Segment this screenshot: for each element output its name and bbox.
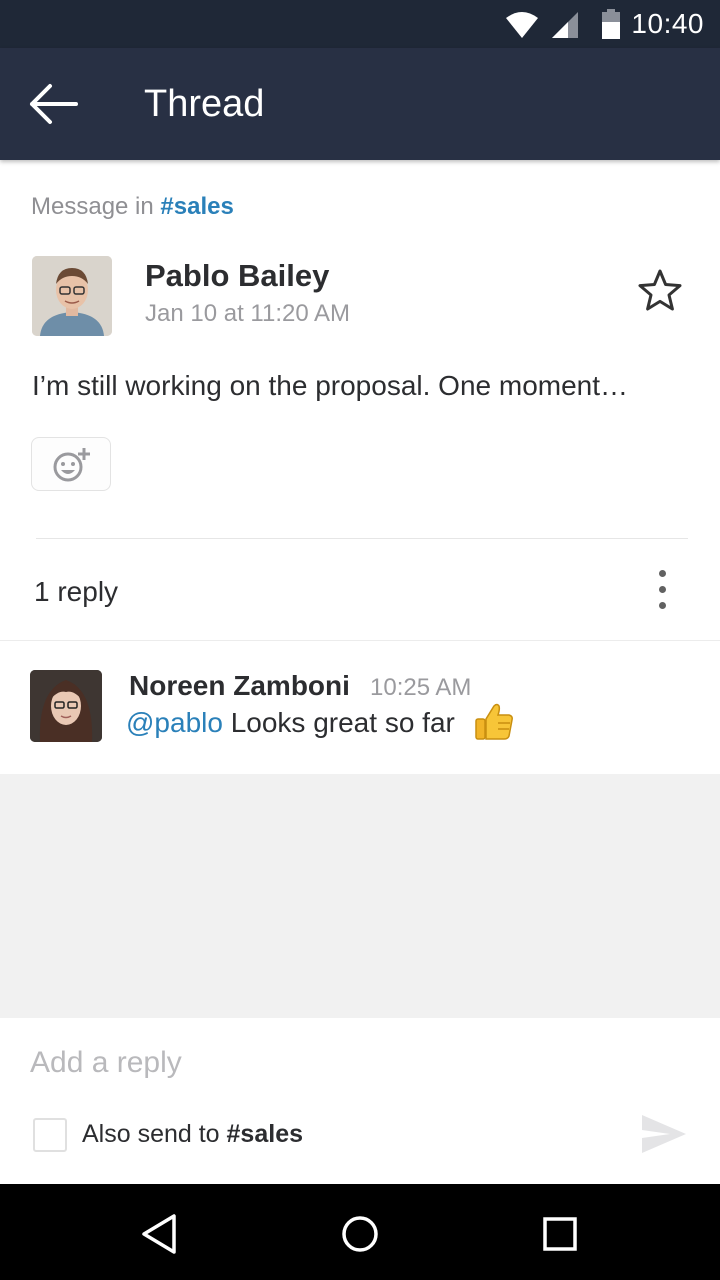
context-prefix: Message in — [31, 193, 161, 220]
avatar-image — [30, 670, 102, 742]
send-icon[interactable] — [640, 1113, 688, 1155]
more-vertical-icon[interactable] — [646, 565, 678, 615]
recents-square-icon[interactable] — [538, 1212, 582, 1256]
reply-composer: Also send to #sales — [0, 1018, 720, 1184]
divider — [0, 640, 720, 641]
reply-count: 1 reply — [34, 576, 119, 607]
message-context: Message in #sales — [31, 193, 234, 221]
reply-text: @pablo Looks great so far — [126, 707, 455, 739]
reply-body: Looks great so far — [222, 707, 455, 738]
signal-icon — [552, 12, 578, 38]
star-icon[interactable] — [636, 267, 684, 315]
avatar[interactable] — [32, 256, 112, 336]
back-arrow-icon[interactable] — [28, 82, 80, 126]
user-mention[interactable]: @pablo — [126, 707, 223, 738]
thread-empty-area — [0, 774, 720, 1018]
also-send-label: Also send to #sales — [82, 1120, 303, 1149]
status-time: 10:40 — [631, 8, 704, 39]
back-triangle-icon[interactable] — [138, 1212, 182, 1256]
divider — [36, 538, 688, 539]
navigation-bar — [0, 1184, 720, 1280]
thumbs-up-icon — [475, 703, 513, 740]
reply-timestamp: 10:25 AM — [370, 674, 472, 701]
status-bar: 10:40 — [0, 0, 720, 48]
reply-author[interactable]: Noreen Zamboni — [129, 670, 350, 702]
message-timestamp: Jan 10 at 11:20 AM — [145, 300, 351, 327]
app-bar: Thread — [0, 48, 720, 160]
avatar[interactable] — [30, 670, 102, 742]
page-title: Thread — [144, 83, 265, 125]
also-send-prefix: Also send to — [82, 1120, 227, 1148]
also-send-checkbox[interactable] — [33, 1118, 67, 1152]
message-text: I’m still working on the proposal. One m… — [32, 370, 629, 401]
reply-input[interactable] — [30, 1046, 590, 1080]
battery-icon — [602, 9, 620, 39]
home-circle-icon[interactable] — [338, 1212, 382, 1256]
add-reaction-button[interactable] — [31, 437, 111, 491]
channel-link[interactable]: #sales — [160, 193, 233, 220]
message-author[interactable]: Pablo Bailey — [145, 258, 329, 294]
avatar-image — [32, 256, 112, 336]
add-reaction-icon — [53, 448, 90, 482]
wifi-icon — [506, 12, 538, 38]
also-send-channel: #sales — [226, 1120, 303, 1148]
